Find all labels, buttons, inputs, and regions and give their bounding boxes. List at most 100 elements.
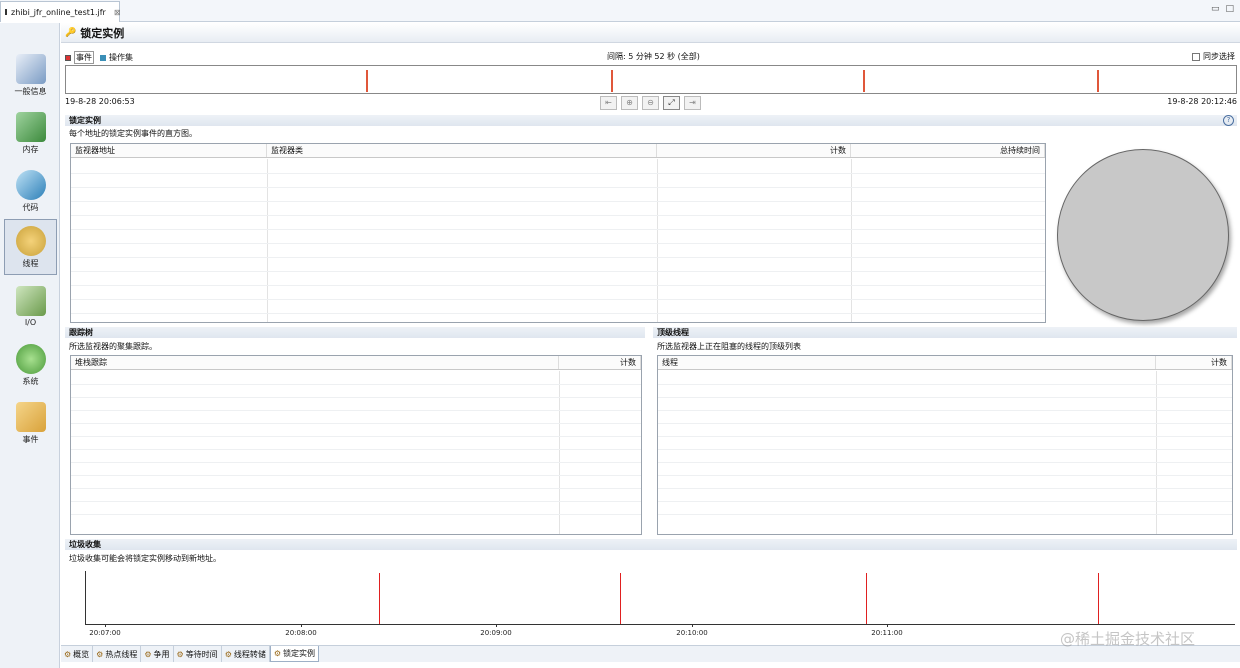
gauge-icon xyxy=(15,54,46,84)
timeline-header: 事件 操作集 间隔: 5 分钟 52 秒 (全部) 同步选择 xyxy=(65,49,1237,64)
column-divider xyxy=(851,159,852,322)
gc-tick-label: 20:11:00 xyxy=(871,629,903,637)
gc-section-header[interactable]: 垃圾收集 xyxy=(65,539,1237,550)
column-thread[interactable]: 线程 xyxy=(658,356,1156,369)
threads-gear-icon xyxy=(15,226,46,256)
column-monitor-address[interactable]: 监视器地址 xyxy=(71,144,267,157)
thread-dump-icon: ⚙ xyxy=(224,649,232,659)
top-threads-section-header[interactable]: 顶级线程 xyxy=(653,327,1237,338)
timeline-chart[interactable] xyxy=(65,65,1237,94)
zoom-fit-button[interactable]: ⤢ xyxy=(663,96,680,110)
timeline-range: 19-8-28 20:06:53 ⇤ ⊕ ⊖ ⤢ ⇥ 19-8-28 20:12… xyxy=(65,96,1237,110)
top-threads-rows xyxy=(658,371,1232,534)
bottom-tab-lock-instances[interactable]: ⚙ 锁定实例 xyxy=(269,646,320,662)
memory-chip-icon xyxy=(15,112,46,142)
nav-item-memory[interactable]: 内存 xyxy=(4,105,57,161)
lock-instances-table-header: 监视器地址 监视器类 计数 总持续时间 xyxy=(71,144,1045,158)
empty-table-row xyxy=(71,187,1045,188)
page-title: 锁定实例 xyxy=(80,26,125,40)
minimize-icon[interactable]: ▭ xyxy=(1211,4,1220,14)
bottom-tab-label: 锁定实例 xyxy=(283,649,316,658)
trace-tree-table[interactable]: 堆栈跟踪 计数 xyxy=(70,355,642,535)
maximize-icon[interactable]: □ xyxy=(1225,4,1234,14)
empty-table-row xyxy=(658,462,1232,463)
trace-tree-section-header[interactable]: 跟踪树 xyxy=(65,327,645,338)
lock-instances-pie-chart[interactable] xyxy=(1057,149,1229,321)
column-monitor-class[interactable]: 监视器类 xyxy=(267,144,657,157)
gc-tick-label: 20:10:00 xyxy=(676,629,708,637)
bottom-tab-label: 争用 xyxy=(153,649,170,659)
nav-label-system: 系统 xyxy=(22,377,39,386)
top-threads-table[interactable]: 线程 计数 xyxy=(657,355,1233,535)
nav-item-io[interactable]: I/O xyxy=(4,279,57,335)
gc-event-mark xyxy=(866,573,867,624)
gc-tick-label: 20:07:00 xyxy=(89,629,121,637)
empty-table-row xyxy=(71,173,1045,174)
zoom-start-button[interactable]: ⇤ xyxy=(600,96,617,110)
empty-table-row xyxy=(71,201,1045,202)
empty-table-row xyxy=(658,436,1232,437)
bottom-tab-wait-time[interactable]: ⚙ 等待时间 xyxy=(174,646,222,662)
bottom-tab-label: 等待时间 xyxy=(185,649,218,659)
gc-tick-mark xyxy=(301,624,302,627)
lock-instances-table[interactable]: 监视器地址 监视器类 计数 总持续时间 xyxy=(70,143,1046,323)
lock-instances-section-header[interactable]: 锁定实例 xyxy=(65,115,1237,126)
legend-operation-label[interactable]: 操作集 xyxy=(109,52,133,63)
bottom-tab-overview[interactable]: ⚙ 概览 xyxy=(61,646,94,662)
bottom-tab-thread-dump[interactable]: ⚙ 线程转储 xyxy=(222,646,270,662)
zoom-in-button[interactable]: ⊕ xyxy=(621,96,638,110)
editor-tab-jfr-file[interactable]: zhibi_jfr_online_test1.jfr ⊠ xyxy=(0,1,121,22)
zoom-out-button[interactable]: ⊖ xyxy=(642,96,659,110)
nav-item-threads[interactable]: 线程 xyxy=(4,219,57,275)
gc-tick-label: 20:08:00 xyxy=(285,629,317,637)
empty-table-row xyxy=(658,475,1232,476)
nav-item-code[interactable]: 代码 xyxy=(4,163,57,219)
timeline-start-time: 19-8-28 20:06:53 xyxy=(65,97,135,106)
lock-instances-description: 每个地址的锁定实例事件的直方图。 xyxy=(69,129,197,138)
bottom-tab-hot-threads[interactable]: ⚙ 热点线程 xyxy=(93,646,142,662)
sync-select[interactable]: 同步选择 xyxy=(1192,51,1235,62)
gc-description: 垃圾收集可能会将锁定实例移动到新地址。 xyxy=(69,554,221,563)
nav-label-memory: 内存 xyxy=(22,145,39,154)
empty-table-row xyxy=(71,299,1045,300)
help-icon[interactable]: ? xyxy=(1223,115,1234,126)
nav-item-system[interactable]: 系统 xyxy=(4,337,57,393)
gc-event-mark xyxy=(379,573,380,624)
sync-select-checkbox[interactable] xyxy=(1192,52,1200,61)
bottom-tab-label: 概览 xyxy=(73,649,90,659)
empty-table-row xyxy=(71,462,641,463)
trace-tree-table-header: 堆栈跟踪 计数 xyxy=(71,356,641,370)
empty-table-row xyxy=(71,423,641,424)
column-count[interactable]: 计数 xyxy=(1156,356,1232,369)
empty-table-row xyxy=(71,501,641,502)
zoom-end-button[interactable]: ⇥ xyxy=(684,96,701,110)
close-icon[interactable]: ⊠ xyxy=(114,8,121,17)
code-icon xyxy=(15,170,46,200)
gc-tick-mark xyxy=(887,624,888,627)
top-threads-table-header: 线程 计数 xyxy=(658,356,1232,370)
legend-events-label[interactable]: 事件 xyxy=(74,51,94,64)
timeline-event-mark xyxy=(1097,70,1099,92)
empty-table-row xyxy=(71,436,641,437)
nav-label-io: I/O xyxy=(24,318,37,327)
timeline-event-mark xyxy=(366,70,368,92)
nav-item-general[interactable]: 一般信息 xyxy=(4,47,57,103)
empty-table-row xyxy=(658,488,1232,489)
empty-table-row xyxy=(71,257,1045,258)
empty-table-row xyxy=(71,475,641,476)
column-count[interactable]: 计数 xyxy=(559,356,641,369)
nav-item-events[interactable]: 事件 xyxy=(4,395,57,451)
lock-instances-rows xyxy=(71,159,1045,322)
timeline-event-mark xyxy=(611,70,613,92)
wait-time-icon: ⚙ xyxy=(176,649,184,659)
empty-table-row xyxy=(71,488,641,489)
gc-tick-label: 20:09:00 xyxy=(480,629,512,637)
column-count[interactable]: 计数 xyxy=(657,144,851,157)
nav-label-threads: 线程 xyxy=(22,259,39,268)
column-total-duration[interactable]: 总持续时间 xyxy=(851,144,1045,157)
gc-tick-mark xyxy=(692,624,693,627)
column-divider xyxy=(559,371,560,534)
bottom-tab-contention[interactable]: ⚙ 争用 xyxy=(141,646,174,662)
zoom-toolbar: ⇤ ⊕ ⊖ ⤢ ⇥ xyxy=(600,96,701,110)
column-stack-trace[interactable]: 堆栈跟踪 xyxy=(71,356,559,369)
